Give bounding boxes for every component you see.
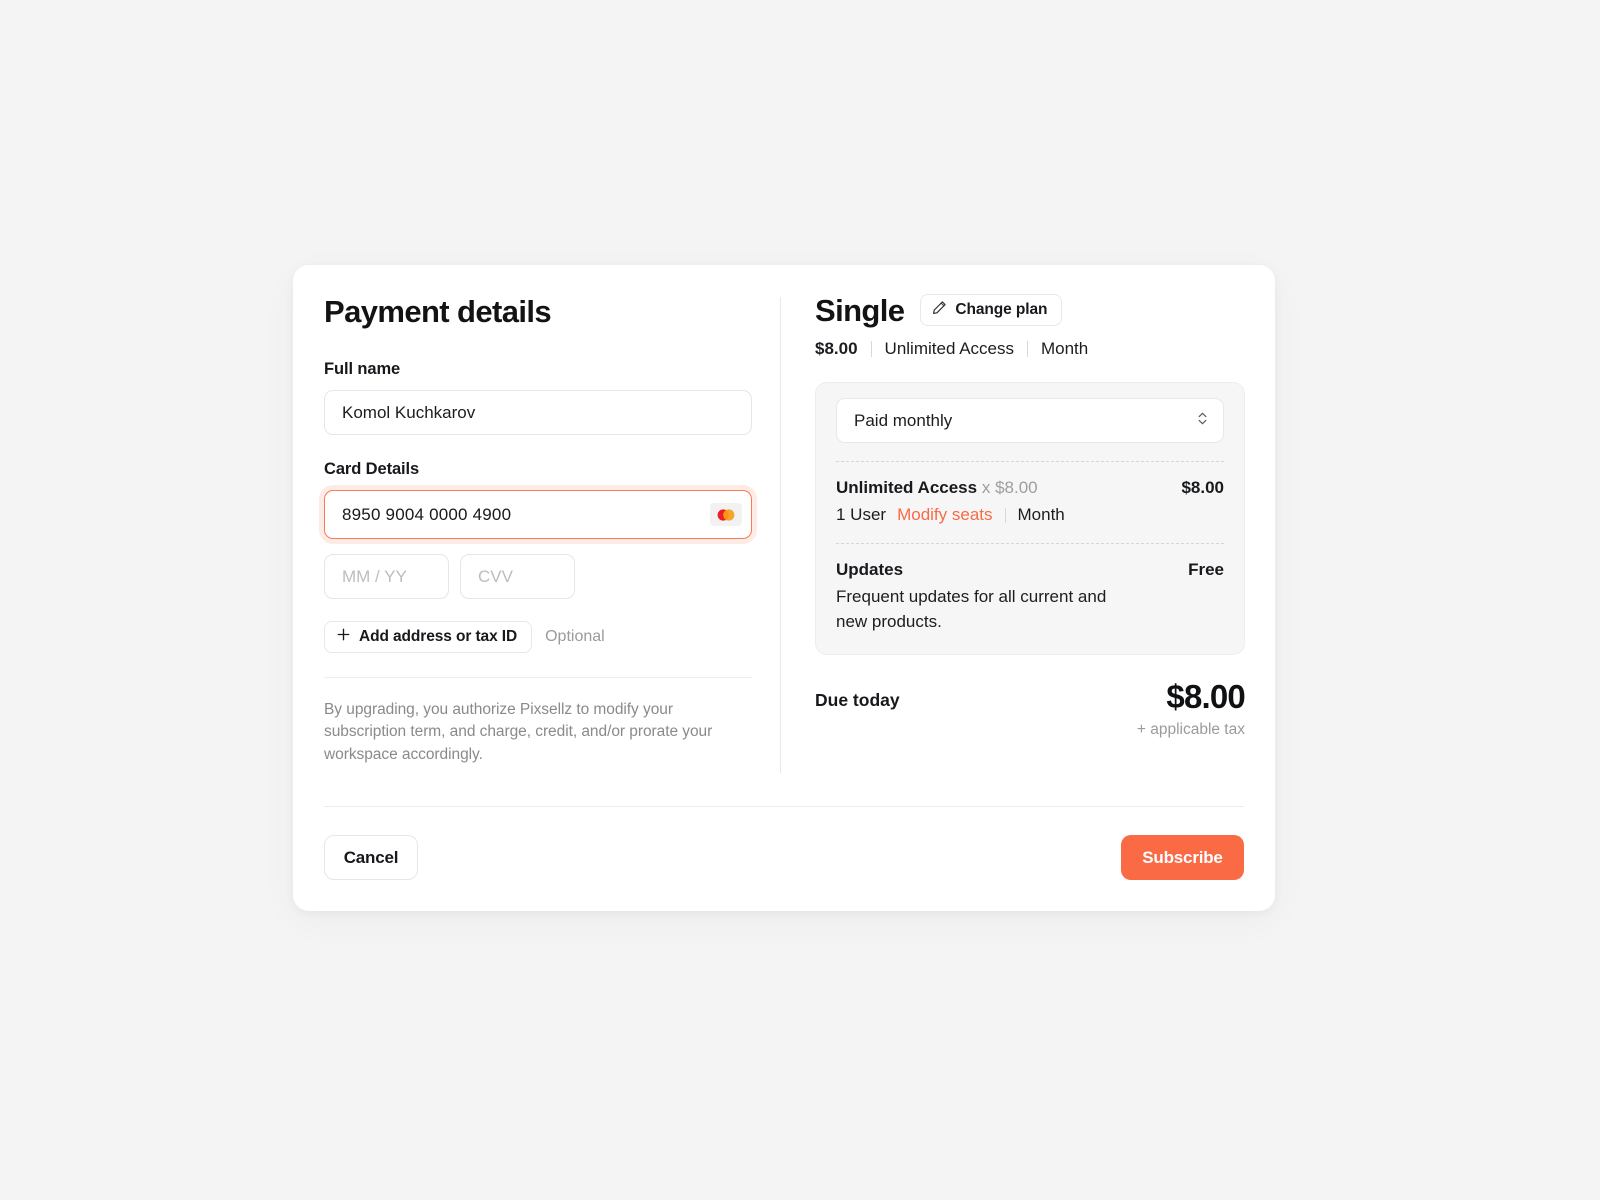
- chevron-updown-icon: [1196, 409, 1209, 433]
- subscribe-button[interactable]: Subscribe: [1121, 835, 1244, 880]
- card-details-label: Card Details: [324, 460, 420, 479]
- plan-summary-panel: Single Change plan $8.00 Unlimited Acces…: [815, 294, 1246, 739]
- line-item-unit-price: $8.00: [995, 478, 1038, 497]
- plan-meta-row: $8.00 Unlimited Access Month: [815, 339, 1245, 359]
- line-item-amount: Free: [1188, 560, 1224, 579]
- line-item-name: Unlimited Access: [836, 478, 978, 497]
- summary-divider: [836, 543, 1224, 544]
- line-item-header: Updates Free: [836, 560, 1224, 580]
- plan-title-row: Single Change plan: [815, 294, 1245, 326]
- cancel-button[interactable]: Cancel: [324, 835, 418, 880]
- payment-details-panel: Payment details Full name Card Details 8…: [319, 294, 757, 766]
- line-item-updates: Updates Free Frequent updates for all cu…: [836, 560, 1224, 634]
- full-name-label: Full name: [324, 360, 401, 379]
- line-item-title: Updates: [836, 560, 903, 580]
- due-today-right: $8.00 + applicable tax: [1136, 678, 1246, 739]
- meta-separator: [870, 341, 872, 357]
- address-row: Add address or tax ID Optional: [324, 621, 752, 654]
- plan-meta-price: $8.00: [815, 339, 858, 358]
- checkout-modal: Payment details Full name Card Details 8…: [293, 265, 1275, 911]
- line-item-header: Unlimited Access x $8.00 $8.00: [836, 478, 1224, 498]
- card-meta-row: [324, 554, 752, 600]
- mastercard-icon: [710, 503, 742, 527]
- card-number-field-wrapper: 8950 9004 0000 4900: [319, 485, 757, 545]
- full-name-input[interactable]: [324, 390, 752, 436]
- panel-divider: [780, 297, 781, 773]
- footer-divider: [324, 806, 1244, 807]
- plan-meta-feature: Unlimited Access: [884, 339, 1014, 358]
- card-cvv-input[interactable]: [460, 554, 575, 600]
- card-number-input[interactable]: 8950 9004 0000 4900: [324, 490, 752, 540]
- line-item-amount: $8.00: [1181, 478, 1224, 497]
- summary-divider: [836, 461, 1224, 462]
- plus-icon: [337, 628, 350, 646]
- due-today-label: Due today: [815, 690, 900, 711]
- line-item-seats: 1 User: [836, 505, 887, 524]
- line-item-title: Unlimited Access x $8.00: [836, 478, 1038, 498]
- legal-divider: [324, 677, 752, 679]
- card-number-value: 8950 9004 0000 4900: [342, 504, 512, 524]
- line-item-period: Month: [1017, 505, 1065, 524]
- due-today-row: Due today $8.00 + applicable tax: [815, 678, 1246, 739]
- plan-meta-period: Month: [1040, 339, 1089, 358]
- optional-label: Optional: [545, 628, 605, 646]
- line-item-access: Unlimited Access x $8.00 $8.00 1 User Mo…: [836, 478, 1224, 525]
- change-plan-label: Change plan: [955, 301, 1048, 318]
- line-item-description: Frequent updates for all current and new…: [836, 587, 1107, 631]
- card-expiry-input[interactable]: [324, 554, 449, 600]
- billing-period-value: Paid monthly: [854, 410, 953, 430]
- modify-seats-link[interactable]: Modify seats: [897, 505, 992, 525]
- meta-separator: [1026, 341, 1028, 357]
- due-today-amount: $8.00: [1166, 678, 1245, 716]
- line-item-name: Updates: [836, 560, 904, 579]
- sub-separator: [1004, 507, 1006, 523]
- legal-text: By upgrading, you authorize Pixsellz to …: [324, 701, 713, 763]
- pencil-icon: [932, 300, 947, 320]
- summary-card: Paid monthly Unlimited Access x $8.00 $8…: [815, 382, 1245, 656]
- add-address-button[interactable]: Add address or tax ID: [324, 621, 533, 654]
- page-title: Payment details: [324, 294, 552, 329]
- due-today-note: + applicable tax: [1136, 720, 1245, 738]
- line-item-subrow: 1 User Modify seats Month: [836, 505, 1224, 525]
- add-address-label: Add address or tax ID: [359, 628, 518, 646]
- plan-name: Single: [815, 292, 905, 328]
- billing-period-select[interactable]: Paid monthly: [836, 398, 1224, 443]
- change-plan-button[interactable]: Change plan: [920, 294, 1063, 326]
- line-item-multiplier: x: [981, 478, 991, 497]
